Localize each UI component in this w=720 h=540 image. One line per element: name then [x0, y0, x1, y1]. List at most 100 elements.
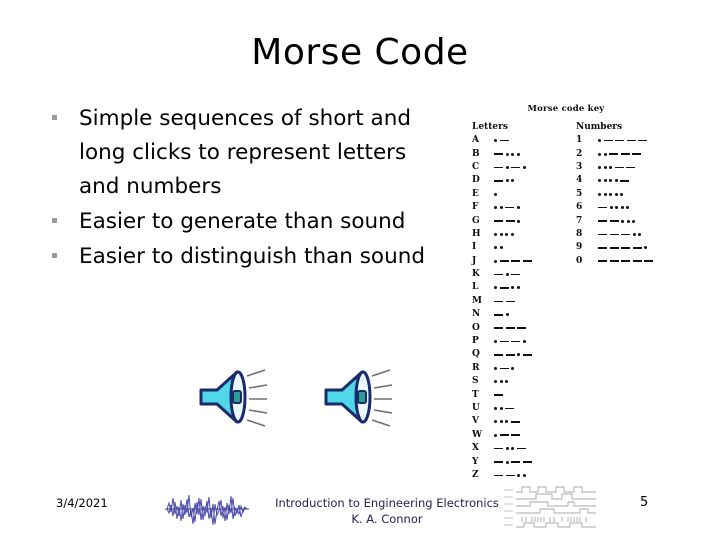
footer-date: 3/4/2021 — [56, 496, 108, 510]
morse-dot — [517, 473, 520, 477]
morse-symbol: A — [472, 135, 479, 146]
morse-dot — [494, 433, 497, 437]
morse-symbol: C — [472, 161, 480, 172]
morse-dot — [609, 179, 612, 183]
morse-dot — [598, 192, 601, 196]
morse-dash — [609, 233, 619, 236]
morse-dot — [603, 152, 607, 156]
morse-dot — [494, 192, 497, 196]
morse-symbol: 1 — [576, 135, 583, 146]
morse-dot — [638, 232, 641, 236]
morse-dot — [505, 273, 509, 277]
morse-dot — [511, 179, 514, 183]
morse-symbol: V — [472, 416, 479, 427]
morse-dash — [510, 421, 520, 423]
morse-dot — [620, 206, 624, 210]
morse-dash — [598, 233, 607, 236]
morse-dot — [494, 340, 497, 344]
morse-code-pattern — [494, 174, 514, 187]
morse-symbol: 0 — [576, 255, 583, 266]
morse-symbol: N — [472, 309, 481, 320]
morse-row: X — [472, 442, 532, 455]
morse-code-pattern — [494, 375, 508, 388]
morse-code-pattern — [598, 147, 641, 160]
morse-symbol: D — [472, 175, 480, 186]
letters-column-heading: Letters — [472, 122, 508, 132]
morse-code-pattern — [598, 161, 635, 174]
morse-dot — [522, 340, 526, 344]
bullet-square-icon — [52, 253, 57, 258]
morse-dot — [494, 259, 497, 263]
morse-code-pattern — [494, 362, 514, 375]
morse-dash — [598, 206, 607, 209]
morse-symbol: H — [472, 228, 481, 239]
morse-code-pattern — [494, 281, 520, 294]
morse-dot — [517, 219, 520, 223]
morse-dot — [516, 206, 520, 210]
morse-dot — [626, 219, 630, 223]
morse-symbol: O — [472, 322, 480, 333]
morse-dot — [494, 366, 497, 370]
morse-symbol: 3 — [576, 161, 583, 172]
morse-symbol: I — [472, 242, 477, 253]
morse-dash — [626, 166, 635, 169]
morse-code-pattern — [494, 335, 526, 348]
morse-dot — [598, 152, 601, 156]
speaker-sound-icon — [197, 366, 271, 432]
morse-dot — [615, 206, 618, 210]
morse-code-pattern — [494, 188, 497, 201]
morse-dot — [499, 246, 503, 250]
morse-row: S — [472, 375, 532, 388]
morse-symbol: 9 — [576, 242, 583, 253]
morse-dash — [609, 153, 618, 155]
morse-dash — [494, 474, 503, 477]
morse-code-pattern — [494, 147, 520, 160]
morse-code-pattern — [494, 442, 526, 455]
morse-dash — [620, 153, 630, 155]
morse-dot — [494, 246, 497, 250]
numbers-column-heading: Numbers — [576, 122, 623, 132]
bullet-text: Easier to generate than sound — [79, 209, 406, 234]
morse-dash — [499, 287, 509, 289]
morse-dot — [620, 192, 623, 196]
morse-dash — [494, 166, 503, 169]
morse-code-pattern — [494, 255, 532, 268]
morse-code-pattern — [598, 201, 629, 214]
morse-dash — [494, 394, 503, 396]
morse-row: E — [472, 188, 532, 201]
morse-dot — [609, 165, 612, 169]
morse-dot — [499, 380, 503, 384]
morse-dash — [494, 461, 503, 463]
morse-dash — [621, 260, 630, 262]
speaker-sound-icon — [322, 366, 396, 432]
morse-dot — [603, 165, 607, 169]
morse-symbol: 7 — [576, 215, 583, 226]
morse-row: L — [472, 281, 532, 294]
morse-row: C — [472, 161, 532, 174]
morse-dash — [505, 206, 514, 209]
morse-symbol: J — [472, 255, 477, 266]
morse-code-pattern — [598, 241, 647, 254]
morse-dot — [511, 152, 514, 156]
morse-code-pattern — [494, 308, 509, 321]
morse-dash — [603, 139, 613, 142]
morse-numbers-column: 1 2 3 4 5 6 7 8 9 0 — [576, 134, 653, 268]
morse-dot — [632, 232, 636, 236]
morse-symbol: G — [472, 215, 480, 226]
morse-dash — [505, 474, 515, 477]
morse-symbol: P — [472, 336, 479, 347]
morse-code-pattern — [494, 295, 515, 308]
morse-row: U — [472, 402, 532, 415]
bullet-square-icon — [52, 218, 57, 223]
morse-row: 2 — [576, 147, 653, 160]
morse-dash — [638, 139, 647, 142]
morse-dash — [511, 166, 520, 169]
morse-symbol: Y — [472, 456, 479, 467]
morse-dash — [516, 447, 526, 450]
morse-dash — [494, 354, 503, 356]
morse-dot — [510, 232, 514, 236]
morse-code-pattern — [598, 134, 647, 147]
morse-dot — [644, 246, 647, 250]
morse-dot — [494, 420, 497, 424]
page-title: Morse Code — [251, 32, 469, 73]
